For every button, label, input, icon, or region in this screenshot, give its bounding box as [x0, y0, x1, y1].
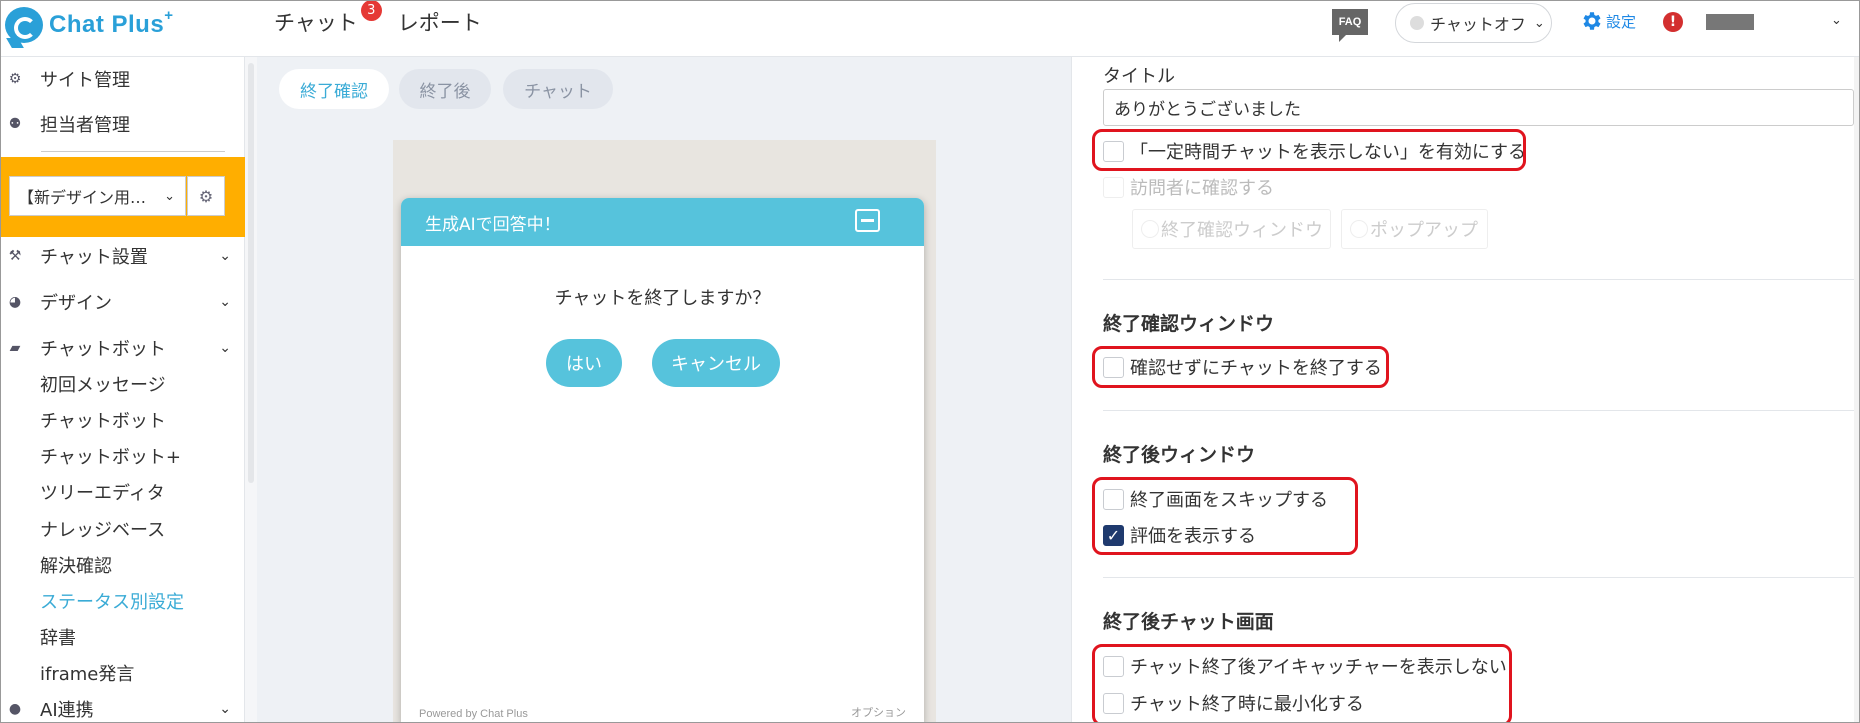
- user-menu-chevron-icon[interactable]: ⌄: [1831, 13, 1842, 28]
- nav-chat[interactable]: チャット 3: [274, 1, 382, 37]
- sidebar-divider: [41, 151, 225, 152]
- annotation-highlight: [1092, 644, 1512, 722]
- checkbox-disabled: [1103, 176, 1124, 198]
- radio-confirm-window: 終了確認ウィンドウ: [1132, 209, 1331, 249]
- sidebar-item-label: 担当者管理: [40, 115, 130, 136]
- radio-popup: ポップアップ: [1341, 209, 1488, 249]
- tab-chat[interactable]: チャット: [503, 69, 613, 109]
- sidebar-subitem-active[interactable]: ステータス別設定: [40, 588, 184, 614]
- sidebar-subitem[interactable]: ナレッジベース: [40, 516, 165, 542]
- section-divider: [1103, 410, 1859, 411]
- checkbox-label: 訪問者に確認する: [1130, 178, 1274, 199]
- title-input[interactable]: ありがとうございました: [1103, 89, 1854, 126]
- sidebar: ⚙ サイト管理 ⚉ 担当者管理 【新デザイン用… ⌄ ⚙ ⚒ チャット設置 ⌄ …: [1, 57, 245, 722]
- sidebar-subitem[interactable]: チャットボット: [40, 407, 166, 433]
- tools-icon: ⚒: [8, 248, 22, 264]
- top-bar: Chat Plus+ チャット 3 レポート FAQ チャットオフ ⌄ 設定 !…: [1, 1, 1859, 57]
- faq-icon[interactable]: FAQ: [1332, 9, 1368, 42]
- chat-status-label: チャットオフ: [1430, 15, 1526, 34]
- sidebar-subitem[interactable]: 解決確認: [40, 552, 112, 578]
- confirm-visitor-checkbox: 訪問者に確認する: [1103, 174, 1274, 200]
- ai-icon: ●: [8, 701, 22, 717]
- sidebar-item-ai[interactable]: ● AI連携 ⌄: [1, 692, 245, 722]
- sidebar-item-label: デザイン: [40, 293, 112, 314]
- site-select-value: 【新デザイン用…: [18, 188, 147, 207]
- alert-icon[interactable]: !: [1663, 12, 1683, 32]
- chatplus-logo-icon: [5, 7, 43, 43]
- sidebar-subitem[interactable]: ツリーエディタ: [40, 479, 165, 505]
- tab-end-confirm[interactable]: 終了確認: [279, 69, 389, 109]
- annotation-highlight: [1092, 346, 1389, 388]
- settings-panel: タイトル ありがとうございました 「一定時間チャットを表示しない」を有効にする …: [1071, 57, 1859, 722]
- chat-widget-title: 生成AIで回答中！: [425, 214, 561, 235]
- chevron-down-icon: ⌄: [219, 340, 231, 356]
- cancel-button[interactable]: キャンセル: [652, 339, 780, 387]
- title-label: タイトル: [1103, 66, 1175, 87]
- chevron-down-icon: ⌄: [164, 188, 175, 204]
- chat-widget-preview: 生成AIで回答中！ チャットを終了しますか？ はい キャンセル Powered …: [401, 198, 924, 722]
- top-nav: チャット 3 レポート: [274, 1, 482, 37]
- settings-label: 設定: [1606, 12, 1637, 31]
- chevron-down-icon: ⌄: [219, 701, 231, 717]
- section-title-confirm-window: 終了確認ウィンドウ: [1103, 313, 1275, 335]
- chat-count-badge: 3: [360, 1, 382, 21]
- tab-after-end[interactable]: 終了後: [399, 69, 491, 109]
- palette-icon: ◕: [8, 294, 22, 310]
- chevron-down-icon: ⌄: [219, 294, 231, 310]
- sidebar-item-label: サイト管理: [40, 70, 130, 91]
- radio-label: ポップアップ: [1370, 220, 1478, 241]
- radio-icon: [1141, 220, 1159, 238]
- section-title-after-window: 終了後ウィンドウ: [1103, 444, 1256, 466]
- nav-chat-label: チャット: [274, 11, 358, 35]
- sidebar-item-site-manage[interactable]: ⚙ サイト管理: [1, 62, 245, 96]
- radio-icon: [1350, 220, 1368, 238]
- user-gear-icon: ⚉: [8, 116, 22, 132]
- sidebar-subitem[interactable]: iframe発言: [40, 660, 134, 686]
- status-dot-icon: [1410, 16, 1424, 30]
- sidebar-subitem[interactable]: 初回メッセージ: [40, 371, 166, 397]
- site-select-area: 【新デザイン用… ⌄ ⚙: [1, 157, 245, 237]
- site-select[interactable]: 【新デザイン用… ⌄: [9, 176, 186, 216]
- chevron-down-icon: ⌄: [219, 248, 231, 264]
- minimize-icon[interactable]: [855, 209, 880, 232]
- app-frame: Chat Plus+ チャット 3 レポート FAQ チャットオフ ⌄ 設定 !…: [0, 0, 1860, 723]
- end-chat-question: チャットを終了しますか？: [554, 288, 771, 309]
- preview-area: 終了確認 終了後 チャット 生成AIで回答中！ チャットを終了しますか？ はい …: [257, 57, 1071, 722]
- section-title-after-chat: 終了後チャット画面: [1103, 611, 1274, 633]
- sidebar-item-label: チャット設置: [40, 247, 148, 268]
- annotation-highlight: [1092, 129, 1526, 171]
- settings-scrollbar[interactable]: [1854, 57, 1859, 722]
- section-divider: [1103, 279, 1859, 280]
- sidebar-subitem[interactable]: 辞書: [40, 624, 76, 650]
- option-link[interactable]: オプション: [851, 704, 906, 720]
- sidebar-item-chat-setup[interactable]: ⚒ チャット設置 ⌄: [1, 239, 245, 273]
- nav-report[interactable]: レポート: [398, 7, 482, 37]
- site-settings-gear-icon[interactable]: ⚙: [187, 176, 225, 216]
- annotation-highlight: [1092, 477, 1358, 555]
- settings-link[interactable]: 設定: [1579, 9, 1636, 33]
- section-divider: [1103, 577, 1859, 578]
- sidebar-scroll-thumb[interactable]: [248, 63, 254, 483]
- user-name-redacted[interactable]: [1706, 14, 1754, 30]
- radio-label: 終了確認ウィンドウ: [1161, 220, 1323, 241]
- chat-bubbles-icon: ▰: [9, 340, 21, 356]
- sidebar-item-label: チャットボット: [40, 339, 166, 360]
- chat-widget-header: 生成AIで回答中！: [401, 198, 924, 246]
- sidebar-subitem[interactable]: チャットボット+: [40, 443, 181, 469]
- sidebar-item-staff-manage[interactable]: ⚉ 担当者管理: [1, 107, 245, 141]
- sidebar-item-chatbot[interactable]: ▰ チャットボット ⌄: [1, 331, 245, 365]
- chat-status-dropdown[interactable]: チャットオフ ⌄: [1395, 3, 1552, 43]
- chevron-down-icon: ⌄: [1533, 15, 1545, 31]
- logo[interactable]: Chat Plus+: [5, 5, 173, 45]
- sidebar-item-design[interactable]: ◕ デザイン ⌄: [1, 285, 245, 319]
- gear-icon: ⚙: [8, 71, 22, 87]
- logo-text: Chat Plus+: [49, 7, 174, 38]
- sidebar-item-label: AI連携: [40, 700, 94, 721]
- yes-button[interactable]: はい: [546, 339, 622, 387]
- gear-icon: [1583, 12, 1601, 30]
- powered-by-text: Powered by Chat Plus: [419, 708, 528, 720]
